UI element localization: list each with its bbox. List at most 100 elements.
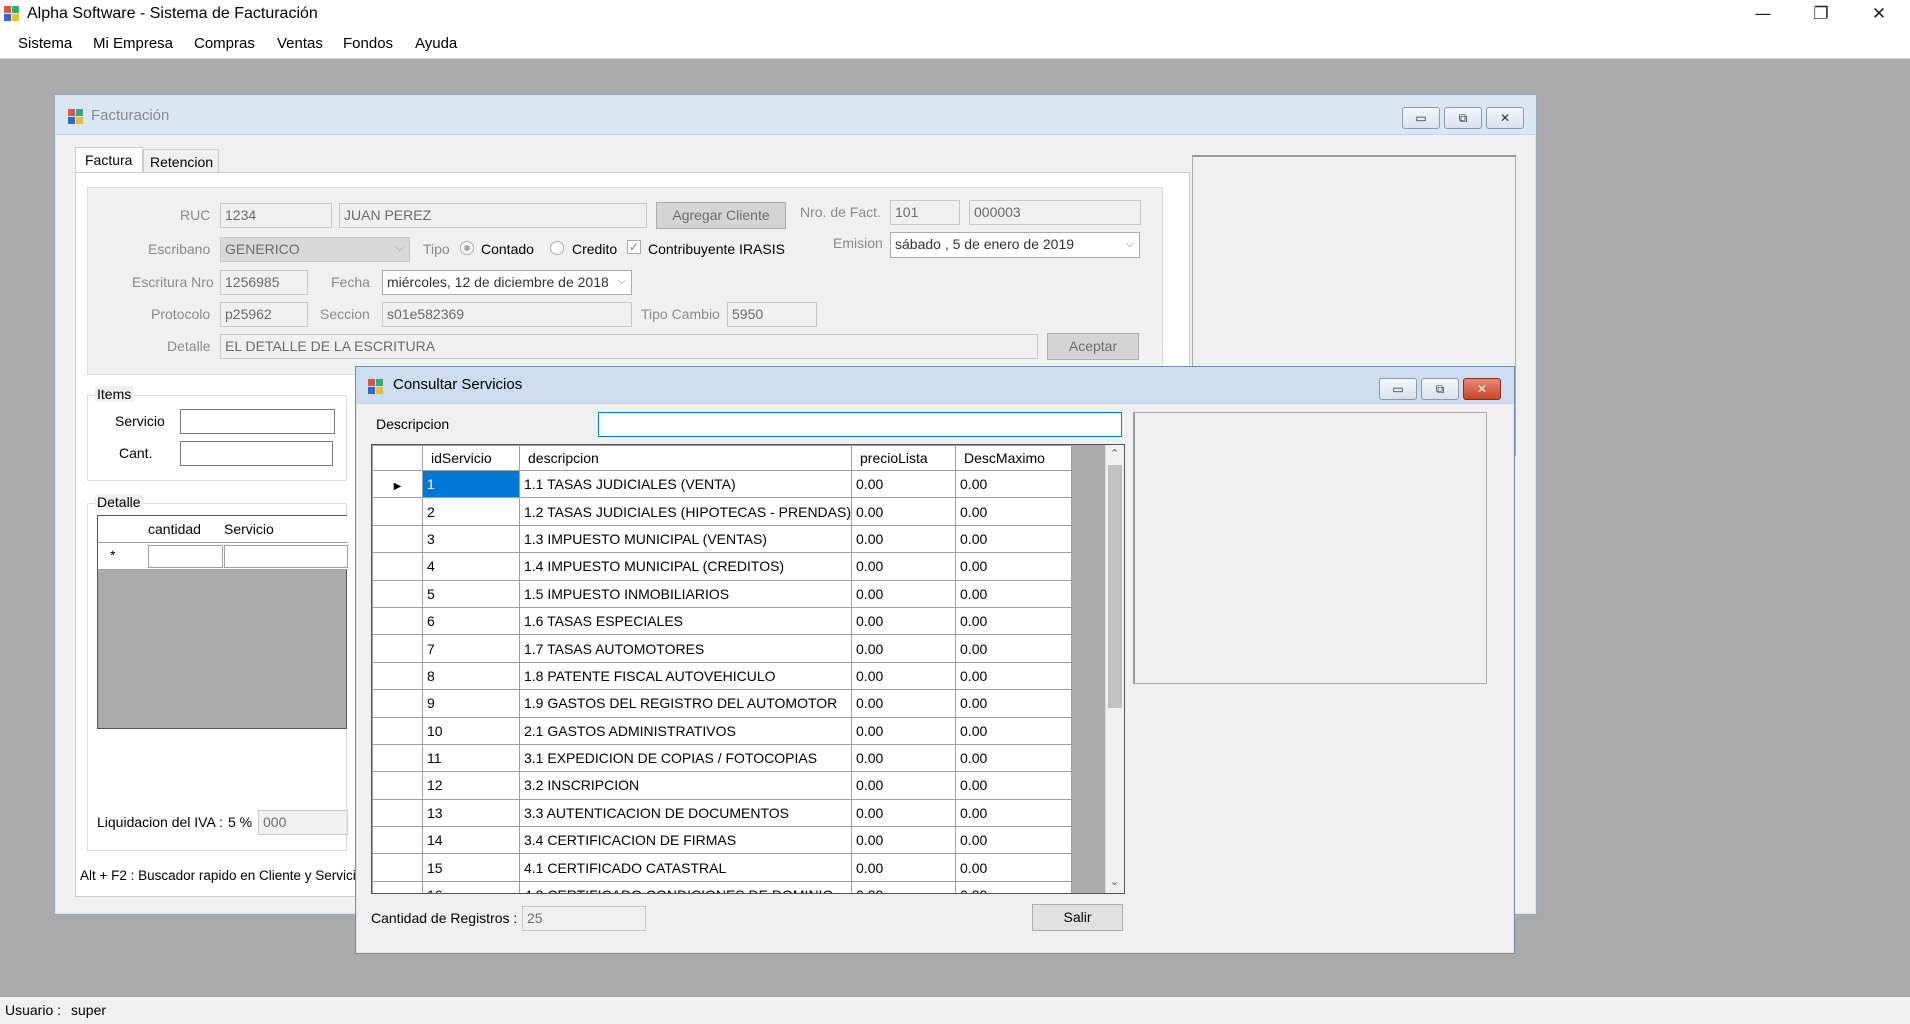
cell-preciolista[interactable]: 0.00 (851, 552, 957, 581)
cell-descripcion[interactable]: 3.4 CERTIFICACION DE FIRMAS (518, 826, 853, 855)
menu-ayuda[interactable]: Ayuda (415, 35, 457, 52)
table-row[interactable]: 14 3.4 CERTIFICACION DE FIRMAS 0.00 0.00 (372, 826, 1073, 855)
cell-descripcion[interactable]: 1.4 IMPUESTO MUNICIPAL (CREDITOS) (518, 552, 853, 581)
cell-idservicio[interactable]: 8 (422, 661, 520, 691)
cell-descmaximo[interactable]: 0.00 (955, 661, 1073, 691)
cell-preciolista[interactable]: 0.00 (851, 743, 957, 773)
cell-descripcion[interactable]: 1.5 IMPUESTO INMOBILIARIOS (518, 579, 853, 608)
row-header[interactable] (372, 853, 423, 882)
protocolo-field[interactable]: p25962 (220, 302, 308, 327)
servicios-grid[interactable]: idServicio descripcion precioLista DescM… (371, 444, 1125, 894)
table-row[interactable]: ▶ 1 1.1 TASAS JUDICIALES (VENTA) 0.00 0.00 (372, 469, 1073, 499)
row-header[interactable] (372, 552, 423, 581)
consultar-close-button[interactable]: ✕ (1463, 378, 1501, 400)
cell-descmaximo[interactable]: 0.00 (955, 579, 1073, 608)
cell-descmaximo[interactable]: 0.00 (955, 826, 1073, 855)
row-header[interactable] (372, 798, 423, 828)
table-row[interactable]: 10 2.1 GASTOS ADMINISTRATIVOS 0.00 0.00 (372, 716, 1073, 745)
row-header[interactable] (372, 826, 423, 855)
row-header[interactable] (372, 880, 423, 893)
table-row[interactable]: 7 1.7 TASAS AUTOMOTORES 0.00 0.00 (372, 634, 1073, 663)
consultar-minimize-button[interactable]: ▭ (1379, 378, 1417, 400)
cell-preciolista[interactable]: 0.00 (851, 579, 957, 608)
cell-idservicio[interactable]: 1 (422, 469, 520, 499)
detalle-cell-cantidad[interactable] (148, 545, 223, 568)
row-header[interactable] (372, 497, 423, 526)
row-header[interactable] (372, 606, 423, 636)
cell-idservicio[interactable]: 15 (422, 853, 520, 882)
table-row[interactable]: 13 3.3 AUTENTICACION DE DOCUMENTOS 0.00 0.0… (372, 798, 1073, 828)
cell-descripcion[interactable]: 1.7 TASAS AUTOMOTORES (518, 634, 853, 663)
row-header[interactable] (372, 771, 423, 800)
scroll-thumb[interactable] (1108, 465, 1122, 708)
cantidad-registros-field[interactable]: 25 (522, 906, 646, 931)
cell-descmaximo[interactable]: 0.00 (955, 606, 1073, 636)
cell-descmaximo[interactable]: 0.00 (955, 853, 1073, 882)
cell-idservicio[interactable]: 9 (422, 689, 520, 718)
menu-fondos[interactable]: Fondos (343, 35, 393, 52)
contado-radio[interactable] (460, 241, 474, 255)
credito-radio[interactable] (550, 241, 564, 255)
table-row[interactable]: 11 3.1 EXPEDICION DE COPIAS / FOTOCOPIAS 0… (372, 743, 1073, 773)
row-header[interactable] (372, 661, 423, 691)
cell-idservicio[interactable]: 5 (422, 579, 520, 608)
cell-descmaximo[interactable]: 0.00 (955, 689, 1073, 718)
cell-descripcion[interactable]: 3.2 INSCRIPCION (518, 771, 853, 800)
col-descripcion[interactable]: descripcion (518, 445, 853, 471)
facturacion-minimize-button[interactable]: ▭ (1402, 107, 1440, 129)
table-row[interactable]: 2 1.2 TASAS JUDICIALES (HIPOTECAS - PREND… (372, 497, 1073, 526)
cell-descmaximo[interactable]: 0.00 (955, 497, 1073, 526)
nro-serie-field[interactable]: 101 (890, 200, 960, 225)
consultar-restore-button[interactable]: ⧉ (1421, 378, 1459, 400)
cliente-field[interactable]: JUAN PEREZ (339, 203, 647, 228)
cell-descripcion[interactable]: 3.3 AUTENTICACION DE DOCUMENTOS (518, 798, 853, 828)
cell-idservicio[interactable]: 12 (422, 771, 520, 800)
col-idservicio[interactable]: idServicio (422, 445, 520, 471)
table-row[interactable]: 9 1.9 GASTOS DEL REGISTRO DEL AUTOMOTOR 0.… (372, 689, 1073, 718)
fecha-date-picker[interactable]: miércoles, 12 de diciembre de 2018 ⌵ (382, 270, 632, 295)
table-row[interactable]: 4 1.4 IMPUESTO MUNICIPAL (CREDITOS) 0.00 0.… (372, 552, 1073, 581)
contribuyente-checkbox[interactable]: ✓ (627, 240, 641, 254)
detalle-grid[interactable]: cantidad Servicio * (97, 515, 348, 729)
cell-descripcion[interactable]: 1.1 TASAS JUDICIALES (VENTA) (518, 469, 853, 499)
cell-idservicio[interactable]: 3 (422, 524, 520, 554)
detalle-new-row[interactable]: * (98, 543, 348, 570)
cell-idservicio[interactable]: 4 (422, 552, 520, 581)
cell-descmaximo[interactable]: 0.00 (955, 771, 1073, 800)
salir-button[interactable]: Salir (1032, 904, 1123, 931)
col-descmaximo[interactable]: DescMaximo (955, 445, 1073, 471)
cell-preciolista[interactable]: 0.00 (851, 771, 957, 800)
cell-descmaximo[interactable]: 0.00 (955, 880, 1073, 893)
table-row[interactable]: 5 1.5 IMPUESTO INMOBILIARIOS 0.00 0.00 (372, 579, 1073, 608)
cell-idservicio[interactable]: 10 (422, 716, 520, 745)
iva-field[interactable]: 000 (258, 810, 348, 835)
cell-idservicio[interactable]: 13 (422, 798, 520, 828)
cell-descripcion[interactable]: 3.1 EXPEDICION DE COPIAS / FOTOCOPIAS (518, 743, 853, 773)
emision-date-picker[interactable]: sábado , 5 de enero de 2019 ⌵ (890, 232, 1140, 258)
cell-preciolista[interactable]: 0.00 (851, 469, 957, 499)
seccion-field[interactable]: s01e582369 (382, 302, 632, 327)
cell-idservicio[interactable]: 11 (422, 743, 520, 773)
cell-idservicio[interactable]: 7 (422, 634, 520, 663)
col-preciolista[interactable]: precioLista (851, 445, 957, 471)
menu-ventas[interactable]: Ventas (277, 35, 323, 52)
detalle-cell-servicio[interactable] (224, 545, 348, 568)
ruc-field[interactable]: 1234 (220, 203, 332, 228)
tab-retencion[interactable]: Retencion (143, 149, 219, 173)
cant-input[interactable] (180, 441, 333, 466)
cell-preciolista[interactable]: 0.00 (851, 606, 957, 636)
table-row[interactable]: 12 3.2 INSCRIPCION 0.00 0.00 (372, 771, 1073, 800)
menu-sistema[interactable]: Sistema (18, 35, 72, 52)
row-header[interactable] (372, 743, 423, 773)
cell-idservicio[interactable]: 14 (422, 826, 520, 855)
row-header[interactable] (372, 579, 423, 608)
cell-descripcion[interactable]: 4.2 CERTIFICADO CONDICIONES DE DOMINIO (518, 880, 853, 893)
minimize-button[interactable]: — (1734, 0, 1792, 29)
scroll-up-icon[interactable]: ⌃ (1110, 447, 1119, 460)
cell-descmaximo[interactable]: 0.00 (955, 524, 1073, 554)
cell-preciolista[interactable]: 0.00 (851, 497, 957, 526)
descripcion-search-input[interactable] (598, 412, 1122, 437)
row-header[interactable] (372, 524, 423, 554)
cell-descripcion[interactable]: 2.1 GASTOS ADMINISTRATIVOS (518, 716, 853, 745)
cell-preciolista[interactable]: 0.00 (851, 524, 957, 554)
